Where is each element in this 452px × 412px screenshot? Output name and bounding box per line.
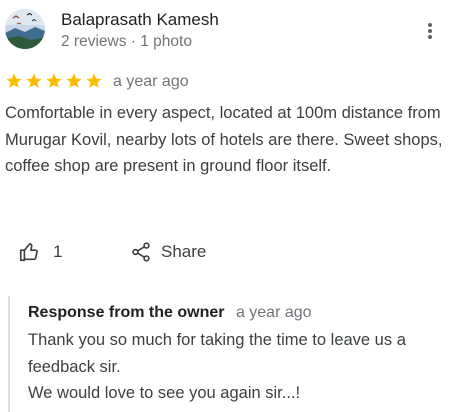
star-icon bbox=[66, 73, 82, 88]
review-date: a year ago bbox=[113, 73, 189, 90]
review-text: Comfortable in every aspect, located at … bbox=[5, 104, 443, 175]
reviewer-meta: 2 reviews · 1 photo bbox=[61, 33, 192, 50]
like-button[interactable]: 1 bbox=[18, 237, 62, 267]
owner-response-title: Response from the owner bbox=[28, 304, 225, 321]
star-icon bbox=[86, 73, 102, 88]
star-rating bbox=[5, 72, 103, 90]
owner-response: Response from the owner a year ago Thank… bbox=[8, 296, 450, 412]
owner-response-header: Response from the owner a year ago bbox=[28, 304, 312, 322]
share-button[interactable]: Share bbox=[130, 237, 206, 267]
avatar-image bbox=[5, 9, 45, 49]
share-icon bbox=[132, 242, 150, 262]
share-label: Share bbox=[161, 242, 207, 261]
more-vert-icon bbox=[428, 23, 432, 39]
more-options-button[interactable] bbox=[420, 20, 440, 42]
owner-response-line: We would love to see you again sir...! bbox=[28, 384, 301, 402]
star-icon bbox=[46, 73, 62, 88]
star-icon bbox=[26, 73, 42, 88]
owner-response-line: Thank you so much for taking the time to… bbox=[28, 331, 406, 376]
owner-response-text: Thank you so much for taking the time to… bbox=[28, 327, 443, 407]
owner-response-date: a year ago bbox=[235, 304, 312, 321]
thumb-up-icon bbox=[19, 242, 38, 262]
like-count: 1 bbox=[53, 242, 63, 261]
star-icon bbox=[6, 73, 22, 88]
avatar[interactable] bbox=[5, 9, 45, 49]
reviewer-name[interactable]: Balaprasath Kamesh bbox=[61, 10, 219, 30]
